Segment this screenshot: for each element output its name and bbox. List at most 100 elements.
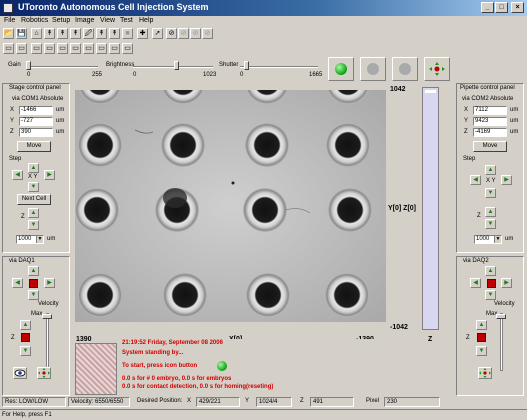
center-arrows-small-icon[interactable]	[37, 367, 51, 379]
embryo-cell	[328, 188, 372, 232]
daq1-max-label: Max	[31, 311, 43, 317]
start-button[interactable]	[328, 57, 354, 81]
daq1-down-arrow[interactable]: ▼	[28, 290, 39, 300]
daq2-velocity-slider[interactable]	[496, 314, 506, 319]
chevron-down-icon[interactable]: ▼	[36, 236, 43, 243]
daq2-z-up-arrow[interactable]: ▲	[476, 320, 487, 330]
y-top-label: 1042	[390, 86, 406, 93]
pipette-y-unit: um	[510, 118, 519, 124]
crosshair-icon[interactable]: ✚	[137, 28, 148, 39]
pipette-z-input[interactable]: -4169	[473, 128, 507, 137]
pipette-z-down-arrow[interactable]: ▼	[485, 219, 496, 229]
pipette-move-button[interactable]: Move	[473, 141, 507, 152]
menu-help[interactable]: Help	[139, 17, 153, 24]
daq1-z-down-arrow[interactable]: ▼	[20, 346, 31, 356]
stage-down-arrow[interactable]: ▼	[28, 182, 39, 192]
menu-file[interactable]: File	[4, 17, 15, 24]
next-cell-button[interactable]: Next Cell	[17, 194, 51, 205]
daq2-right-arrow[interactable]: ▶	[501, 278, 512, 288]
layout-10-icon[interactable]: ▭	[122, 43, 133, 54]
stage-x-input[interactable]: -1466	[19, 106, 53, 115]
pipette-right-arrow[interactable]: ▶	[501, 175, 512, 185]
brightness-slider[interactable]	[174, 61, 180, 70]
center-button[interactable]	[424, 57, 450, 81]
shutter-slider[interactable]	[243, 61, 249, 70]
edit-icon[interactable]: 🖉	[83, 28, 94, 39]
layout-4-icon[interactable]: ▭	[44, 43, 55, 54]
disabled-tool-icon[interactable]: ⊘	[178, 28, 189, 39]
daq1-z-up-arrow[interactable]: ▲	[20, 320, 31, 330]
minimize-button[interactable]: _	[481, 2, 494, 13]
microscope-image[interactable]	[75, 90, 386, 322]
stage-right-arrow[interactable]: ▶	[44, 170, 55, 180]
daq1-up-arrow[interactable]: ▲	[28, 266, 39, 276]
maximize-button[interactable]: □	[495, 2, 508, 13]
daq2-left-arrow[interactable]: ◀	[470, 278, 481, 288]
robot-move-4-icon[interactable]: ↟	[96, 28, 107, 39]
message-timestamp: 21:19:52 Friday, September 08 2006	[122, 340, 223, 346]
robot-move-5-icon[interactable]: ↟	[109, 28, 120, 39]
layout-2-icon[interactable]: ▭	[16, 43, 27, 54]
stage-step-select[interactable]: 1000 ▼	[16, 235, 44, 244]
robot-move-icon[interactable]: ↟	[44, 28, 55, 39]
daq1-right-arrow[interactable]: ▶	[44, 278, 55, 288]
gain-slider[interactable]	[26, 61, 31, 70]
message-instruction: To start, press icon button	[122, 363, 198, 369]
eye-icon[interactable]	[13, 367, 27, 379]
stop-icon[interactable]: ■	[122, 28, 133, 39]
stage-z-up-arrow[interactable]: ▲	[28, 208, 39, 218]
x-left-label: 1390	[76, 336, 92, 343]
chevron-down-icon[interactable]: ▼	[494, 236, 501, 243]
stage-left-arrow[interactable]: ◀	[12, 170, 23, 180]
stage-move-button[interactable]: Move	[17, 141, 51, 152]
pipette-button[interactable]	[360, 57, 386, 81]
home-icon[interactable]: ⌂	[31, 28, 42, 39]
disabled-tool-2-icon[interactable]: ⊘	[190, 28, 201, 39]
layout-6-icon[interactable]: ▭	[70, 43, 81, 54]
daq1-stop-button[interactable]	[29, 279, 38, 288]
layout-1-icon[interactable]: ▭	[3, 43, 14, 54]
pipette-step-select[interactable]: 1000 ▼	[474, 235, 502, 244]
pipette-z-up-arrow[interactable]: ▲	[485, 207, 496, 217]
daq1-z-stop-button[interactable]	[21, 333, 30, 342]
daq2-z-down-arrow[interactable]: ▼	[476, 346, 487, 356]
menu-view[interactable]: View	[100, 17, 115, 24]
disabled-tool-3-icon[interactable]: ⊘	[202, 28, 213, 39]
pipette-y-input[interactable]: 9423	[473, 117, 507, 126]
stage-z-down-arrow[interactable]: ▼	[28, 220, 39, 230]
robot-move-2-icon[interactable]: ↟	[57, 28, 68, 39]
center-arrows-small-2-icon[interactable]	[478, 367, 492, 379]
stage-y-input[interactable]: -727	[19, 117, 53, 126]
inject-button[interactable]	[392, 57, 418, 81]
menu-setup[interactable]: Setup	[52, 17, 70, 24]
layout-3-icon[interactable]: ▭	[31, 43, 42, 54]
daq2-z-stop-button[interactable]	[477, 333, 486, 342]
layout-9-icon[interactable]: ▭	[109, 43, 120, 54]
daq1-left-arrow[interactable]: ◀	[12, 278, 23, 288]
menu-image[interactable]: Image	[75, 17, 94, 24]
menu-robotics[interactable]: Robotics	[21, 17, 48, 24]
stage-up-arrow[interactable]: ▲	[28, 163, 39, 173]
pipette-x-input[interactable]: 7112	[473, 106, 507, 115]
status-y-value: 1024/4	[256, 397, 292, 407]
stage-z-input[interactable]: 390	[19, 128, 53, 137]
layout-5-icon[interactable]: ▭	[57, 43, 68, 54]
pipette-up-arrow[interactable]: ▲	[485, 165, 496, 175]
pipette-left-arrow[interactable]: ◀	[470, 175, 481, 185]
robot-move-3-icon[interactable]: ↟	[70, 28, 81, 39]
tool-icon[interactable]: ⊘	[166, 28, 177, 39]
close-button[interactable]: ×	[511, 2, 524, 13]
layout-7-icon[interactable]: ▭	[83, 43, 94, 54]
daq2-stop-button[interactable]	[487, 279, 496, 288]
layout-8-icon[interactable]: ▭	[96, 43, 107, 54]
gain-max: 255	[92, 72, 103, 78]
daq2-up-arrow[interactable]: ▲	[485, 266, 496, 276]
pipette-z-label: Z	[464, 129, 468, 135]
menu-test[interactable]: Test	[120, 17, 133, 24]
daq1-velocity-slider[interactable]	[42, 314, 52, 319]
open-icon[interactable]: 📂	[3, 28, 14, 39]
pipette-down-arrow[interactable]: ▼	[485, 188, 496, 198]
pointer-icon[interactable]: ➚	[152, 28, 163, 39]
save-icon[interactable]: 💾	[16, 28, 27, 39]
daq2-down-arrow[interactable]: ▼	[485, 290, 496, 300]
